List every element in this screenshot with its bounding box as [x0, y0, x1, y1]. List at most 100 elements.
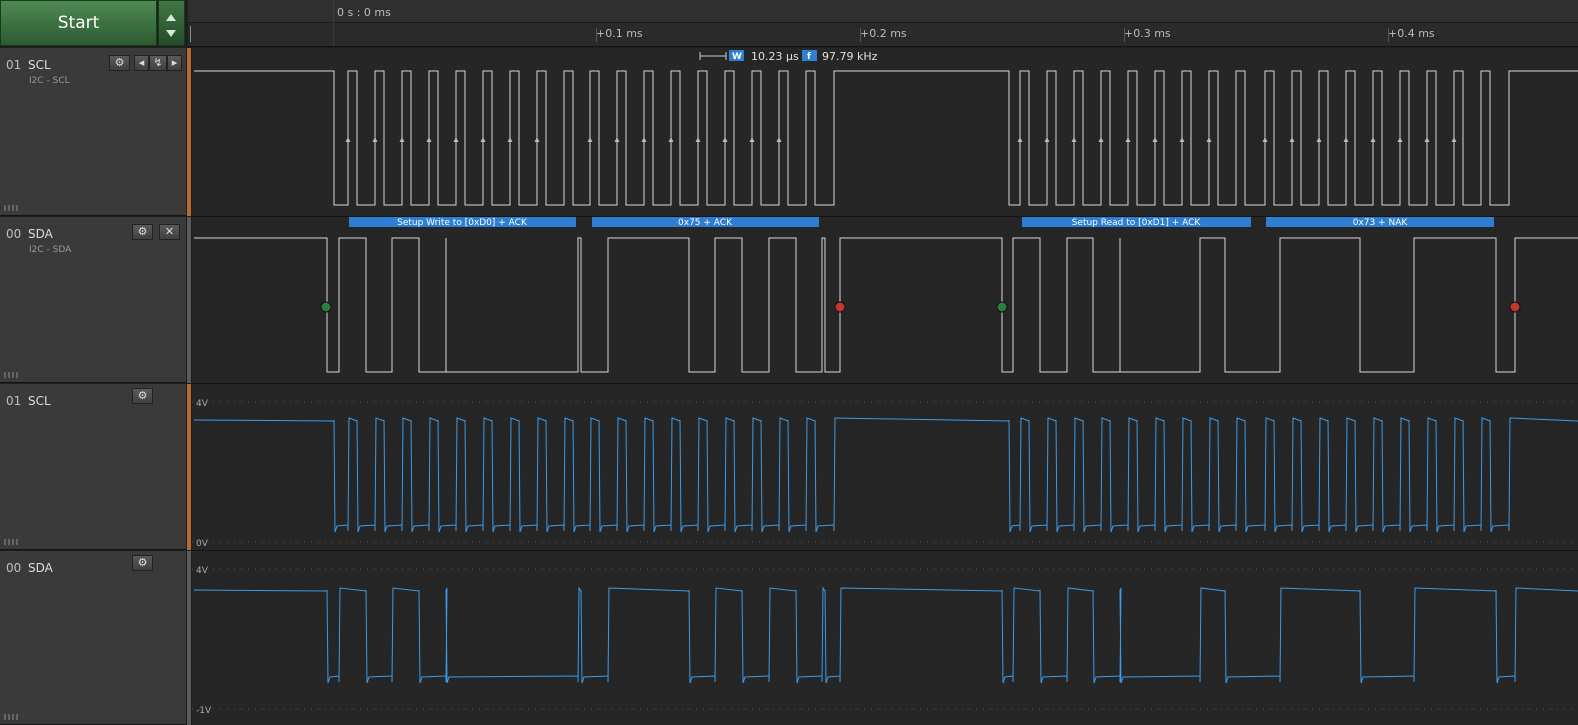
- decode-text: 0x73 + NAK: [1353, 218, 1409, 228]
- rising-edge-marker: [345, 137, 351, 142]
- rising-edge-marker: [426, 137, 432, 142]
- rising-edge-marker: [1098, 137, 1104, 142]
- drag-handle-icon[interactable]: [4, 205, 18, 211]
- scl-analog-trace: [193, 417, 1578, 533]
- plot-bg-sda-analog: [192, 551, 1578, 725]
- channel-analyzer-label: I2C - SDA: [29, 245, 72, 255]
- rising-edge-marker: [695, 137, 701, 142]
- rising-edge-marker: [1343, 137, 1349, 142]
- decode-bubble[interactable]: [1266, 217, 1494, 227]
- channel-number: 00: [6, 561, 22, 575]
- channel-name[interactable]: SDA: [28, 227, 53, 241]
- channel-color-bar: [187, 217, 191, 383]
- rising-edge-marker: [614, 137, 620, 142]
- rising-edge-marker: [1289, 137, 1295, 142]
- channel-header-sda-analog[interactable]: 00 SDA ⚙: [0, 551, 186, 725]
- rising-edge-marker: [722, 137, 728, 142]
- drag-handle-icon[interactable]: [4, 372, 18, 378]
- rising-edge-marker: [480, 137, 486, 142]
- rising-edge-marker: [1451, 137, 1457, 142]
- width-badge: W: [732, 52, 742, 62]
- channel-name[interactable]: SDA: [28, 561, 53, 575]
- sda-analog-trace: [193, 586, 1578, 684]
- gear-icon[interactable]: ⚙: [132, 388, 153, 404]
- width-value: 10.23 µs: [751, 50, 799, 63]
- channel-name[interactable]: SCL: [28, 394, 51, 408]
- measurement-readout: W 10.23 µs f 97.79 kHz: [699, 50, 878, 63]
- rising-edge-marker: [1179, 137, 1185, 142]
- channel-number: 00: [6, 227, 22, 241]
- ruler-origin-bar: [188, 0, 1578, 23]
- start-condition-marker[interactable]: [320, 301, 332, 313]
- edge-trigger-icon[interactable]: ↯: [149, 55, 167, 71]
- channel-header-scl-analog[interactable]: 01 SCL ⚙: [0, 384, 186, 550]
- rising-edge-marker: [1152, 137, 1158, 142]
- rising-edge-marker: [1370, 137, 1376, 142]
- width-badge-icon: [729, 50, 744, 61]
- gear-icon[interactable]: ⚙: [132, 555, 153, 571]
- chevron-up-icon[interactable]: [166, 14, 176, 21]
- decode-bubble[interactable]: [1022, 217, 1251, 227]
- sda-digital-trace: [194, 237, 1578, 373]
- channel-header-scl[interactable]: 01 SCL I2C - SCL ⚙ ◂ ↯ ▸: [0, 48, 186, 216]
- rising-edge-marker: [453, 137, 459, 142]
- plot-bg-sda: [192, 217, 1578, 383]
- tick-label: +0.4 ms: [1388, 27, 1435, 40]
- stop-condition-marker[interactable]: [834, 301, 846, 313]
- close-icon[interactable]: ✕: [159, 224, 180, 240]
- tick-label: +0.3 ms: [1124, 27, 1171, 40]
- scl-edge-markers: [345, 137, 1457, 142]
- drag-handle-icon[interactable]: [4, 539, 18, 545]
- frequency-value: 97.79 kHz: [822, 50, 878, 63]
- frequency-badge: f: [807, 52, 811, 62]
- logic-analyzer-window: Start 0 s : 0 ms +0.1 ms +0.2 ms +0.3 ms…: [0, 0, 1578, 725]
- rising-edge-marker: [749, 137, 755, 142]
- rising-edge-marker: [1044, 137, 1050, 142]
- rising-edge-marker: [668, 137, 674, 142]
- start-condition-marker[interactable]: [996, 301, 1008, 313]
- decode-text: 0x75 + ACK: [678, 218, 733, 228]
- origin-tick: [333, 0, 334, 46]
- plot-bg-scl: [192, 48, 1578, 216]
- rising-edge-marker: [641, 137, 647, 142]
- rising-edge-marker: [1262, 137, 1268, 142]
- rising-edge-marker: [1125, 137, 1131, 142]
- rising-edge-marker: [1071, 137, 1077, 142]
- decode-text: Setup Write to [0xD0] + ACK: [397, 218, 528, 228]
- channel-analyzer-label: I2C - SCL: [29, 76, 70, 86]
- rising-edge-marker: [372, 137, 378, 142]
- scale-label: -1V: [196, 706, 212, 716]
- next-edge-icon[interactable]: ▸: [167, 55, 182, 71]
- decode-bubble[interactable]: [592, 217, 819, 227]
- channel-name[interactable]: SCL: [28, 58, 51, 72]
- scl-digital-trace: [194, 70, 1578, 206]
- channel-header-sda[interactable]: 00 SDA I2C - SDA ⚙ ✕: [0, 217, 186, 383]
- channel-number: 01: [6, 394, 22, 408]
- decode-bubble[interactable]: [349, 217, 576, 227]
- prev-edge-icon[interactable]: ◂: [134, 55, 149, 71]
- tick-label: +0.1 ms: [596, 27, 643, 40]
- stop-condition-marker[interactable]: [1509, 301, 1521, 313]
- gear-icon[interactable]: ⚙: [109, 55, 130, 71]
- start-options-spinner[interactable]: [158, 0, 185, 46]
- decode-row: Setup Write to [0xD0] + ACK 0x75 + ACK S…: [349, 217, 1494, 228]
- rising-edge-marker: [1017, 137, 1023, 142]
- scale-label: 4V: [196, 399, 209, 409]
- ruler-cursor-tick: [190, 26, 191, 42]
- rising-edge-marker: [587, 137, 593, 142]
- plot-bg-scl-analog: [192, 384, 1578, 550]
- gear-icon[interactable]: ⚙: [132, 224, 153, 240]
- waveform-area[interactable]: W 10.23 µs f 97.79 kHz Setup Write to [0…: [0, 0, 1578, 725]
- chevron-down-icon[interactable]: [166, 30, 176, 37]
- start-button[interactable]: Start: [0, 0, 157, 46]
- rising-edge-marker: [507, 137, 513, 142]
- rising-edge-marker: [534, 137, 540, 142]
- tick-label: +0.2 ms: [860, 27, 907, 40]
- origin-label: 0 s : 0 ms: [337, 6, 391, 19]
- drag-handle-icon[interactable]: [4, 714, 18, 720]
- rising-edge-marker: [1397, 137, 1403, 142]
- scale-label: 4V: [196, 566, 209, 576]
- scale-label: 0V: [196, 539, 209, 549]
- time-ruler[interactable]: 0 s : 0 ms +0.1 ms +0.2 ms +0.3 ms +0.4 …: [188, 0, 1578, 47]
- frequency-badge-icon: [802, 50, 817, 61]
